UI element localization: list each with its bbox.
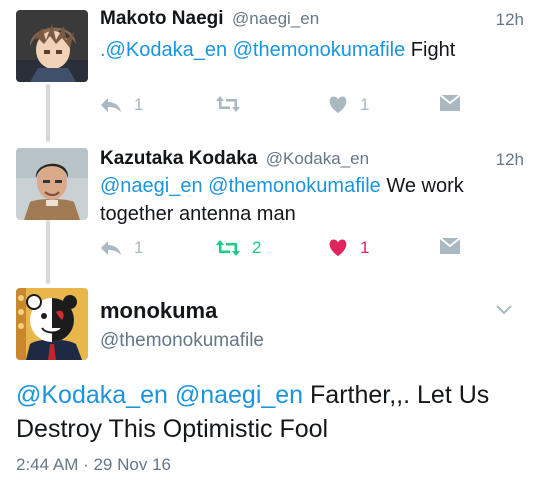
tweet-actions: 1 2 1 bbox=[100, 238, 520, 262]
tweet-body: We work bbox=[380, 175, 464, 197]
avatar[interactable] bbox=[16, 148, 88, 220]
user-handle[interactable]: @naegi_en bbox=[232, 9, 319, 28]
user-handle[interactable]: @Kodaka_en bbox=[266, 149, 369, 168]
retweet-button[interactable]: 2 bbox=[216, 238, 261, 258]
like-button[interactable]: 1 bbox=[328, 95, 369, 115]
tweet-text: .@Kodaka_en @themonokumafile Fight bbox=[100, 36, 520, 64]
tweet-body: Fight bbox=[405, 39, 456, 61]
retweet-icon bbox=[216, 240, 240, 256]
envelope-icon bbox=[440, 95, 460, 111]
tweet-timestamp[interactable]: 2:44 AM · 29 Nov 16 bbox=[16, 455, 171, 475]
mention-links[interactable]: @naegi_en @themonokumafile bbox=[100, 175, 381, 197]
tweet-body: Farther,,. Let Us bbox=[303, 381, 490, 409]
dm-button[interactable] bbox=[440, 238, 460, 254]
reply-count: 1 bbox=[134, 238, 144, 257]
reply-icon bbox=[101, 241, 121, 255]
tweet-item[interactable]: Kazutaka Kodaka @Kodaka_en 12h @naegi_en… bbox=[0, 140, 540, 280]
reply-button[interactable]: 1 bbox=[100, 95, 143, 115]
chevron-down-icon bbox=[496, 305, 512, 315]
reply-count: 1 bbox=[134, 95, 144, 114]
heart-icon bbox=[329, 96, 347, 113]
avatar[interactable] bbox=[16, 288, 88, 360]
user-name[interactable]: monokuma bbox=[100, 298, 217, 324]
reply-icon bbox=[101, 98, 121, 112]
retweet-icon bbox=[216, 96, 240, 112]
like-count: 1 bbox=[360, 238, 370, 257]
like-button[interactable]: 1 bbox=[328, 238, 369, 258]
like-count: 1 bbox=[360, 95, 370, 114]
mention-links[interactable]: @Kodaka_en @naegi_en bbox=[16, 381, 303, 409]
avatar[interactable] bbox=[16, 10, 88, 82]
retweet-button[interactable] bbox=[216, 95, 252, 113]
reply-button[interactable]: 1 bbox=[100, 238, 143, 258]
mention-links[interactable]: .@Kodaka_en @themonokumafile bbox=[100, 39, 405, 61]
user-name[interactable]: Kazutaka Kodaka bbox=[100, 148, 257, 169]
user-name[interactable]: Makoto Naegi bbox=[100, 8, 224, 29]
tweet-header: Makoto Naegi @naegi_en 12h bbox=[100, 8, 524, 36]
heart-icon bbox=[329, 239, 347, 256]
tweet-text: @naegi_en @themonokumafile We work toget… bbox=[100, 172, 520, 228]
tweet-body-line2: together antenna man bbox=[100, 203, 296, 225]
retweet-count: 2 bbox=[252, 238, 262, 257]
tweet-body-line2: Destroy This Optimistic Fool bbox=[16, 415, 329, 443]
dm-button[interactable] bbox=[440, 95, 460, 111]
more-options-button[interactable] bbox=[496, 302, 512, 320]
tweet-actions: 1 1 bbox=[100, 95, 520, 119]
timestamp[interactable]: 12h bbox=[496, 10, 524, 30]
tweet-text: @Kodaka_en @naegi_en Farther,,. Let Us D… bbox=[16, 378, 526, 446]
tweet-item[interactable]: Makoto Naegi @naegi_en 12h .@Kodaka_en @… bbox=[0, 0, 540, 140]
user-handle[interactable]: @themonokumafile bbox=[100, 330, 264, 352]
timestamp[interactable]: 12h bbox=[496, 150, 524, 170]
envelope-icon bbox=[440, 238, 460, 254]
